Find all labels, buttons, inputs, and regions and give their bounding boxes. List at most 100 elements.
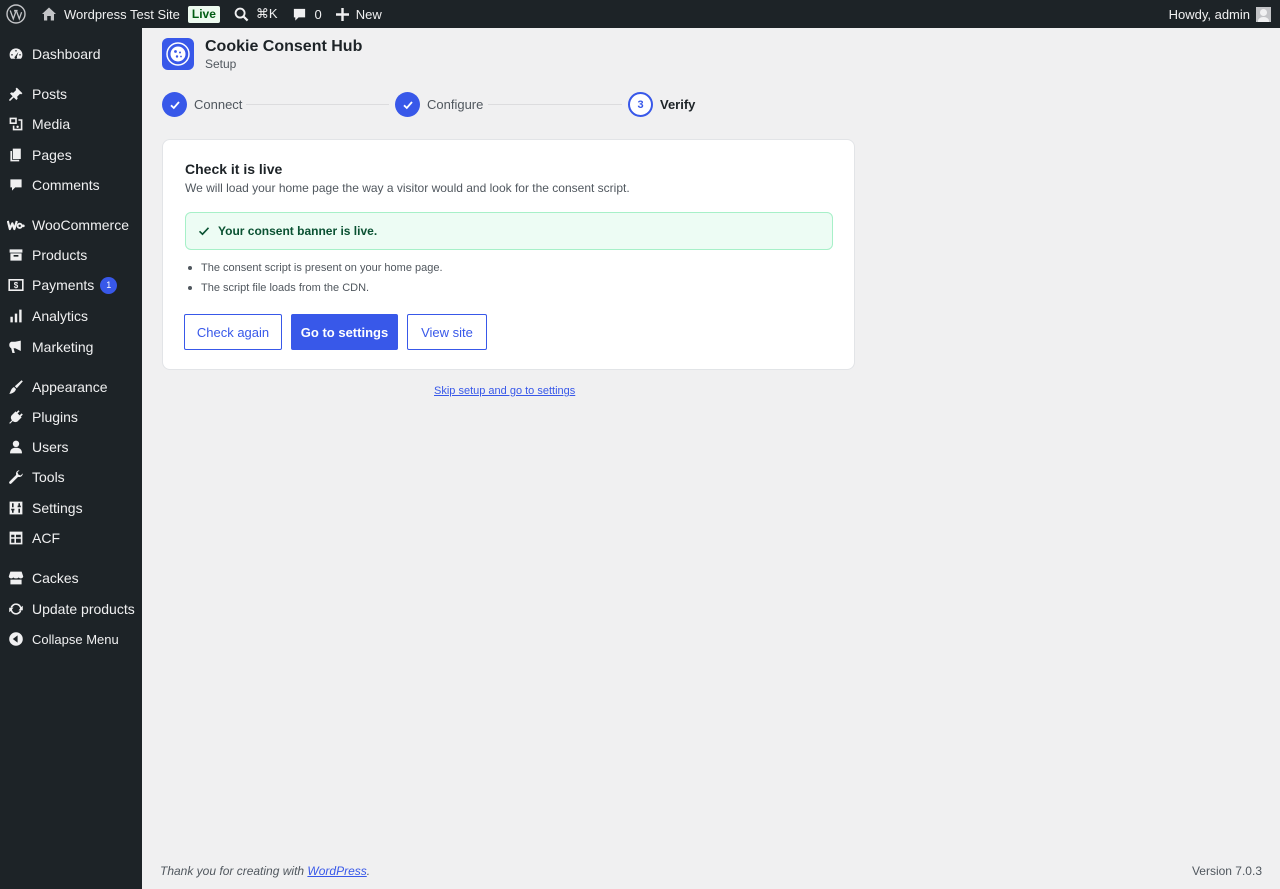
sidebar-item-analytics[interactable]: Analytics (0, 301, 142, 331)
media-icon (0, 109, 32, 139)
sidebar-item-label: Posts (32, 86, 68, 102)
cookie-app-logo-icon (162, 38, 194, 70)
refresh-icon (0, 594, 32, 624)
go-to-settings-button[interactable]: Go to settings (291, 314, 398, 350)
footer-version: Version 7.0.3 (1191, 864, 1262, 878)
sidebar-item-label: ACF (32, 530, 60, 546)
success-notice-text: Your consent banner is live. (218, 224, 378, 238)
check-results-list: The consent script is present on your ho… (185, 261, 443, 301)
comment-icon (0, 170, 32, 200)
woocommerce-icon (0, 210, 32, 240)
site-name-link[interactable]: Wordpress Test Site Live (34, 0, 227, 28)
sidebar-item-plugins[interactable]: Plugins (0, 402, 142, 432)
dashboard-icon (0, 39, 32, 69)
admin-bar: Wordpress Test Site Live ⌘K 0 New Howdy,… (0, 0, 1280, 28)
sidebar-item-appearance[interactable]: Appearance (0, 372, 142, 402)
sidebar-item-payments[interactable]: $ Payments 1 (0, 270, 142, 300)
sidebar-item-marketing[interactable]: Marketing (0, 332, 142, 362)
page-subtitle: Setup (205, 57, 237, 71)
sidebar-item-label: Cackes (32, 570, 79, 586)
step-connect-label: Connect (194, 97, 243, 112)
sidebar-item-pages[interactable]: Pages (0, 140, 142, 170)
account-menu[interactable]: Howdy, admin (1162, 0, 1280, 28)
sidebar-item-cackes[interactable]: Cackes (0, 563, 142, 593)
site-name: Wordpress Test Site (64, 6, 180, 22)
check-again-button[interactable]: Check again (184, 314, 282, 350)
sliders-icon (0, 493, 32, 523)
list-item: The consent script is present on your ho… (185, 261, 443, 281)
sidebar-item-label: Plugins (32, 409, 78, 425)
check-icon (198, 227, 210, 236)
step-connector (488, 104, 622, 105)
list-item: The script file loads from the CDN. (185, 281, 443, 301)
sidebar-item-label: Marketing (32, 339, 94, 355)
step-verify-label: Verify (660, 97, 696, 112)
sidebar-item-label: Media (32, 116, 71, 132)
sidebar-item-acf[interactable]: ACF (0, 523, 142, 553)
card-description: We will load your home page the way a vi… (185, 181, 630, 195)
comments-count: 0 (314, 6, 322, 22)
bar-chart-icon (0, 301, 32, 331)
skip-setup-link[interactable]: Skip setup and go to settings (434, 385, 575, 397)
wordpress-link[interactable]: WordPress (307, 864, 366, 878)
sidebar-item-settings[interactable]: Settings (0, 493, 142, 523)
footer-thank-you-prefix: Thank you for creating with (160, 864, 308, 878)
sidebar-item-label: Users (32, 439, 69, 455)
payments-badge: 1 (100, 276, 118, 294)
sidebar-item-update-products[interactable]: Update products (0, 594, 142, 624)
step-verify-number: 3 (628, 92, 653, 117)
sidebar-item-label: Settings (32, 500, 83, 516)
page-title: Cookie Consent Hub (205, 38, 363, 55)
svg-text:$: $ (14, 281, 19, 290)
sidebar-item-label: Pages (32, 147, 72, 163)
home-icon (42, 7, 56, 21)
command-palette-button[interactable]: ⌘K (227, 0, 285, 28)
step-configure-check-icon (395, 92, 420, 117)
live-badge: Live (187, 5, 220, 23)
admin-sidebar: Dashboard Posts Media Pages Comments Woo… (0, 28, 142, 889)
sidebar-item-label: Tools (32, 469, 65, 485)
comment-icon (293, 8, 305, 21)
pages-icon (0, 140, 32, 170)
collapse-icon (0, 624, 32, 654)
greeting: Howdy, admin (1168, 6, 1250, 22)
search-shortcut: ⌘K (255, 6, 278, 21)
wordpress-logo-icon[interactable] (0, 0, 34, 28)
wrench-icon (0, 462, 32, 492)
sidebar-item-posts[interactable]: Posts (0, 79, 142, 109)
collapse-menu-button[interactable]: Collapse Menu (0, 624, 142, 654)
sidebar-item-users[interactable]: Users (0, 432, 142, 462)
grid-table-icon (0, 523, 32, 553)
footer-thank-you-suffix: . (366, 864, 371, 878)
sidebar-item-label: WooCommerce (32, 217, 129, 233)
comments-link[interactable]: 0 (285, 0, 329, 28)
collapse-menu-label: Collapse Menu (32, 631, 119, 647)
sidebar-item-label: Comments (32, 177, 100, 193)
store-icon (0, 563, 32, 593)
sidebar-item-dashboard[interactable]: Dashboard (0, 39, 142, 69)
dollar-icon: $ (0, 270, 32, 300)
sidebar-item-label: Dashboard (32, 46, 101, 62)
sidebar-item-media[interactable]: Media (0, 109, 142, 139)
sidebar-item-tools[interactable]: Tools (0, 462, 142, 492)
search-icon (234, 7, 249, 21)
step-connect-check-icon (162, 92, 187, 117)
step-connector (246, 104, 389, 105)
sidebar-item-label: Update products (32, 601, 135, 617)
view-site-button[interactable]: View site (407, 314, 487, 350)
step-configure-label: Configure (427, 97, 484, 112)
sidebar-item-woocommerce[interactable]: WooCommerce (0, 210, 142, 240)
sidebar-item-comments[interactable]: Comments (0, 170, 142, 200)
plus-icon (335, 7, 349, 21)
megaphone-icon (0, 332, 32, 362)
main-content: Cookie Consent Hub Setup Connect Configu… (142, 28, 1280, 889)
new-label: New (355, 6, 382, 22)
card-title: Check it is live (185, 161, 283, 177)
footer-thank-you: Thank you for creating with WordPress. (160, 864, 370, 878)
sidebar-item-label: Appearance (32, 379, 108, 395)
brush-icon (0, 372, 32, 402)
new-content-button[interactable]: New (329, 0, 389, 28)
sidebar-item-products[interactable]: Products (0, 240, 142, 270)
sidebar-item-label: Payments (32, 277, 95, 293)
avatar (1256, 6, 1271, 22)
